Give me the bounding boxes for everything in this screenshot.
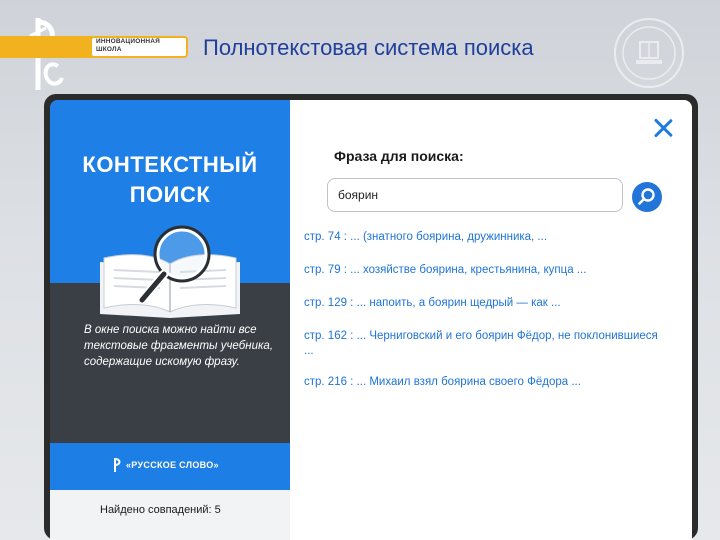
close-button[interactable] (653, 118, 673, 138)
result-link[interactable]: стр. 79 : ... хозяйстве боярина, крестья… (304, 263, 664, 278)
publisher-logo: «РУССКОЕ СЛОВО» (112, 457, 219, 473)
publisher-logo-icon (114, 458, 121, 472)
search-dialog: КОНТЕКСТНЫЙ ПОИСК В окне поиска можно на… (44, 94, 698, 540)
promo-title: КОНТЕКСТНЫЙ ПОИСК (82, 152, 258, 207)
search-dialog-body: КОНТЕКСТНЫЙ ПОИСК В окне поиска можно на… (50, 100, 692, 540)
matches-count: Найдено совпадений: 5 (100, 504, 221, 516)
publisher-name: «РУССКОЕ СЛОВО» (126, 460, 219, 470)
result-link[interactable]: стр. 162 : ... Черниговский и его боярин… (304, 329, 664, 359)
search-icon (638, 188, 655, 205)
search-label: Фраза для поиска: (334, 148, 464, 164)
slide-title: Полнотекстовая система поиска (203, 35, 534, 60)
search-results: стр. 74 : ... (знатного боярина, дружинн… (304, 230, 664, 408)
result-link[interactable]: стр. 216 : ... Михаил взял боярина своег… (304, 375, 664, 390)
promo-description: В окне поиска можно найти все текстовые … (84, 324, 274, 368)
seal-icon (614, 18, 684, 88)
result-link[interactable]: стр. 129 : ... напоить, а боярин щедрый … (304, 296, 664, 311)
search-button[interactable] (632, 182, 662, 212)
result-link[interactable]: стр. 74 : ... (знатного боярина, дружинн… (304, 230, 664, 245)
search-input[interactable] (327, 178, 623, 212)
school-name: ИННОВАЦИОННАЯ ШКОЛА (96, 38, 161, 53)
book-magnifier-icon (100, 225, 240, 318)
